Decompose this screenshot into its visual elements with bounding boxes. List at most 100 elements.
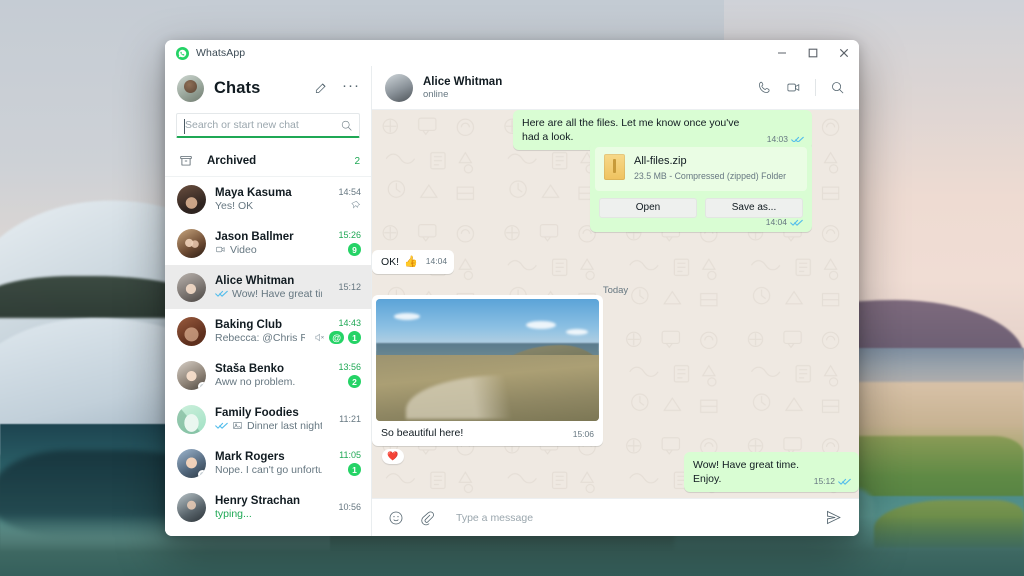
contact-avatar[interactable] [177,273,206,302]
chat-item-meta: 14:54 [331,187,361,211]
maximize-button[interactable] [797,40,828,66]
divider [815,79,816,96]
heart-emoji: ❤️ [387,450,398,462]
chat-list-item[interactable]: Dawn Jones8:32 [165,529,371,536]
avatar[interactable] [177,75,204,102]
page-title: Chats [214,79,300,98]
contact-avatar[interactable] [177,185,206,214]
send-icon[interactable] [825,509,842,526]
message-time: 15:06 [573,429,594,440]
message-meta: 15:12 [814,476,851,487]
chat-list-item[interactable]: Staša BenkoAww no problem.13:562 [165,353,371,397]
chat-item-meta: 14:43@1 [314,318,361,344]
preview-text: Aww no problem. [215,376,295,388]
contact-avatar[interactable] [177,449,206,478]
message-time: 14:04 [426,256,447,267]
chat-list[interactable]: Maya KasumaYes! OK14:54Jason BallmerVide… [165,177,371,536]
contact-avatar[interactable] [177,361,206,390]
message-bubble-incoming[interactable]: OK! 👍 14:04 [372,250,454,274]
chat-item-preview: Nope. I can't go unfortunately. [215,464,322,476]
chat-list-item[interactable]: Mark RogersNope. I can't go unfortunatel… [165,441,371,485]
contact-status: online [423,89,502,100]
chat-item-preview: Aww no problem. [215,376,322,388]
zip-file-icon [604,154,625,180]
minimize-button[interactable] [766,40,797,66]
save-as-button[interactable]: Save as... [705,198,803,218]
chat-item-text: Henry Strachantyping... [215,495,322,520]
chat-item-preview: typing... [215,508,322,520]
photo-icon [232,420,243,431]
close-button[interactable] [828,40,859,66]
contact-avatar[interactable] [177,317,206,346]
search-icon[interactable] [830,80,845,95]
chat-item-meta: 10:56 [331,502,361,512]
row-indicators: 2 [348,375,361,388]
phone-icon[interactable] [757,80,772,95]
message-photo[interactable] [376,299,599,421]
status-dot [198,382,206,390]
compose-icon[interactable] [310,77,332,99]
chat-list-item[interactable]: Baking ClubRebecca: @Chris R?14:43@1 [165,309,371,353]
paperclip-icon[interactable] [419,510,435,526]
open-button[interactable]: Open [599,198,697,218]
video-icon [215,244,226,255]
chat-item-meta: 15:12 [331,282,361,292]
message-area[interactable]: Here are all the files. Let me know once… [372,110,859,498]
chat-list-item[interactable]: Jason BallmerVideo15:269 [165,221,371,265]
file-meta: 23.5 MB - Compressed (zipped) Folder [634,171,786,183]
more-options-icon[interactable]: ··· [342,78,360,98]
window-controls [766,40,859,66]
search-input[interactable]: Search or start new chat [176,113,360,138]
sidebar: Chats ··· Search or start new chat [165,66,372,536]
contact-avatar[interactable] [177,405,206,434]
emoji-icon[interactable] [388,510,404,526]
title-bar[interactable]: WhatsApp [165,40,859,66]
search-icon[interactable] [340,119,353,132]
preview-text: Nope. I can't go unfortunately. [215,464,322,476]
title-bar-brand: WhatsApp [165,47,245,60]
chat-item-meta: 15:269 [331,230,361,256]
search-placeholder: Search or start new chat [185,119,299,131]
chat-item-text: Family FoodiesDinner last night! [215,407,322,432]
message-bubble-outgoing[interactable]: Wow! Have great time. Enjoy. 15:12 [684,452,859,492]
contact-avatar[interactable] [177,493,206,522]
chat-item-preview: Rebecca: @Chris R? [215,332,305,344]
status-dot [198,470,206,478]
chat-list-item[interactable]: Maya KasumaYes! OK 14:54 [165,177,371,221]
chat-item-preview: Yes! OK [215,200,322,212]
row-indicators: 9 [348,243,361,256]
chat-item-time: 11:21 [339,414,361,424]
read-receipt-icon [838,477,851,486]
message-input[interactable]: Type a message [450,512,810,524]
chat-item-name: Alice Whitman [215,275,322,287]
contact-avatar[interactable] [385,74,413,102]
contact-info: Alice Whitman online [423,76,502,100]
unread-badge: 9 [348,243,361,256]
row-indicators: @1 [314,331,361,344]
message-bubble-file[interactable]: All-files.zip 23.5 MB - Compressed (zipp… [590,142,812,232]
mention-badge: @ [329,331,344,344]
reaction-badge[interactable]: ❤️ [382,449,404,464]
chat-list-item[interactable]: Henry Strachantyping... 10:56 [165,485,371,529]
photo-cloud [394,313,420,320]
unread-badge: 1 [348,463,361,476]
read-receipt-icon [790,218,803,227]
chat-list-item[interactable]: Alice WhitmanWow! Have great time. Enjoy… [165,265,371,309]
chat-item-name: Maya Kasuma [215,187,322,199]
chat-item-text: Maya KasumaYes! OK [215,187,322,212]
read-receipt-icon [215,421,228,430]
sidebar-item-archived[interactable]: Archived 2 [165,146,371,177]
chat-header: Alice Whitman online [372,66,859,110]
photo-cloud [526,321,556,329]
whatsapp-logo-icon [176,47,189,60]
chat-item-name: Mark Rogers [215,451,322,463]
chat-list-item[interactable]: Family FoodiesDinner last night! 11:21 [165,397,371,441]
sidebar-header: Chats ··· [165,66,371,110]
message-text: OK! [381,255,399,269]
chat-item-preview: Video [215,244,322,256]
contact-avatar[interactable] [177,229,206,258]
chat-item-meta: 11:21 [331,414,361,424]
message-bubble-image[interactable]: So beautiful here! 15:06 ❤️ [372,295,603,446]
unread-badge: 1 [348,331,361,344]
video-camera-icon[interactable] [786,80,801,95]
